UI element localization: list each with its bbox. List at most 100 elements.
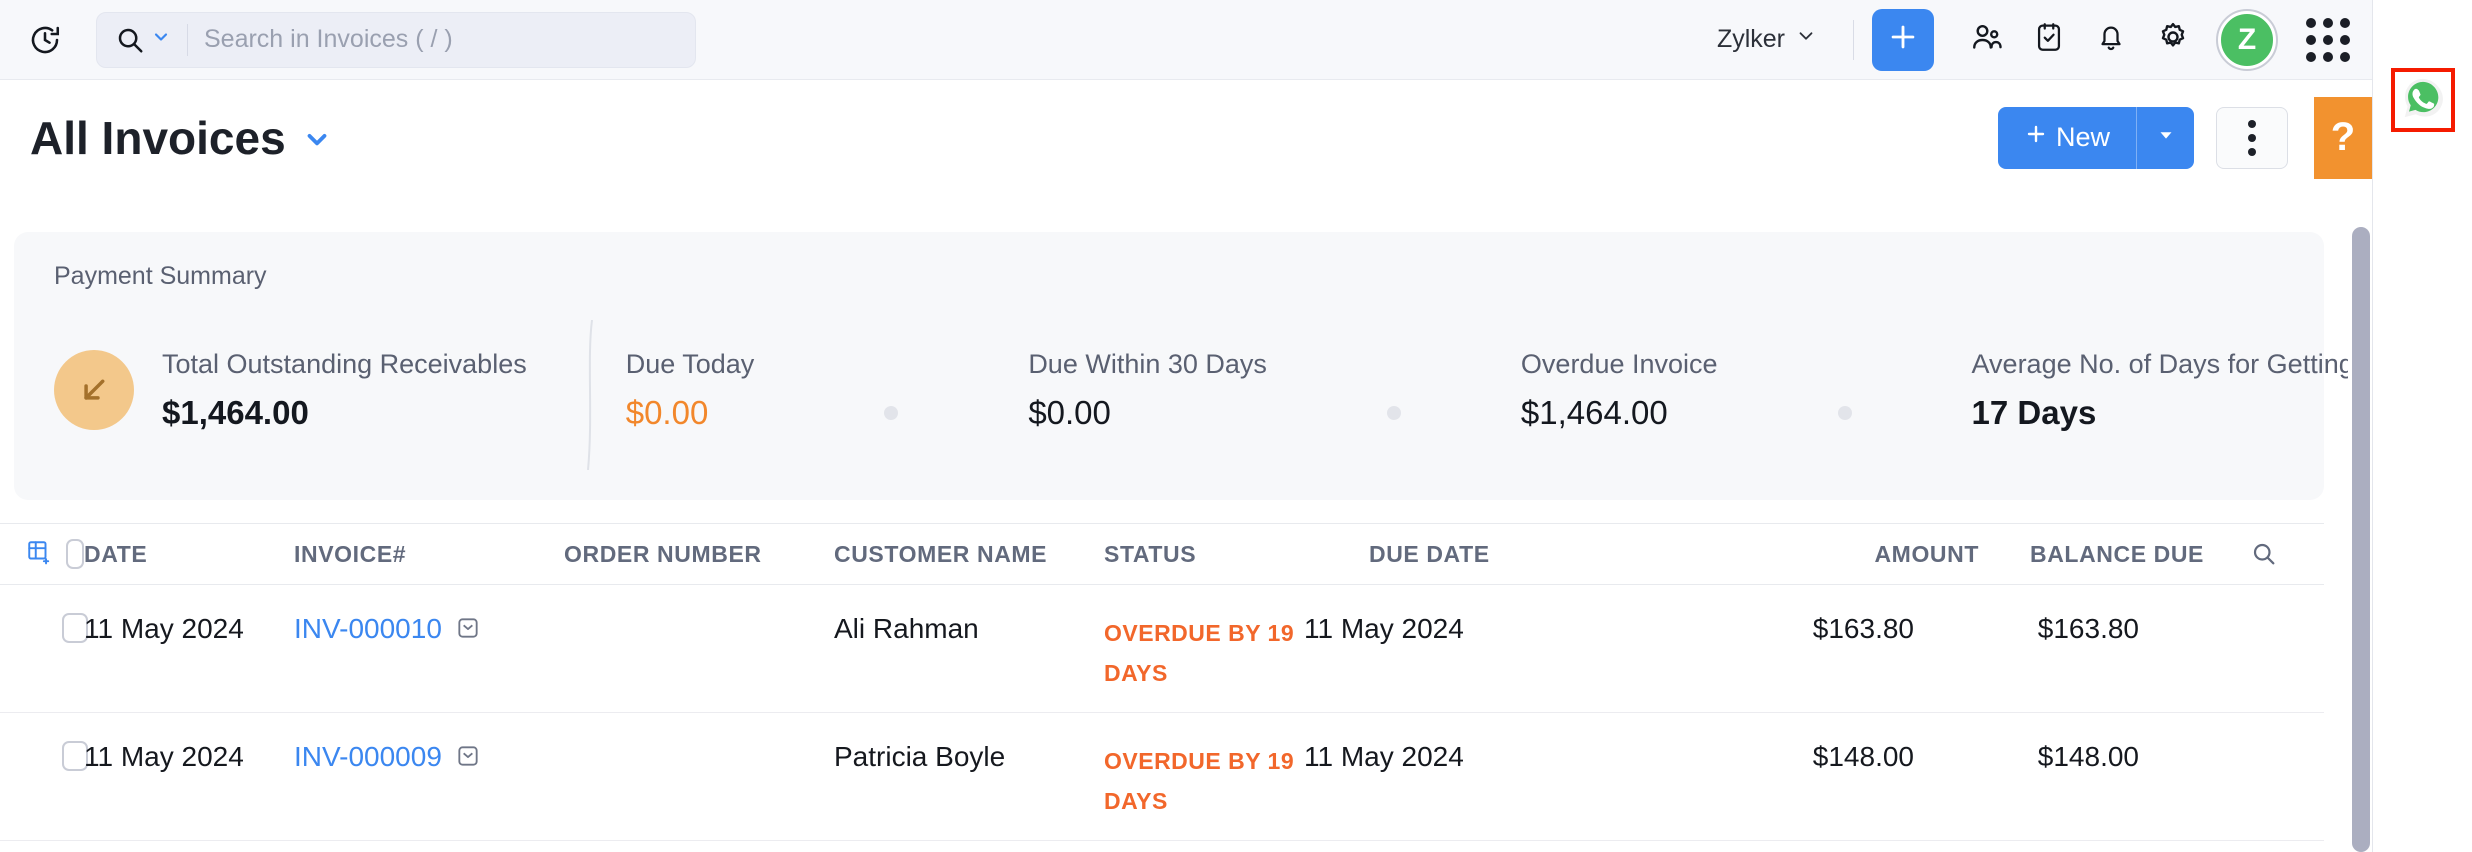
invoice-number: INV-000010 [294, 613, 442, 644]
search-box[interactable] [96, 11, 696, 68]
avatar-letter: Z [2237, 22, 2257, 56]
grid-apps-icon[interactable] [2306, 17, 2350, 62]
divider [187, 23, 188, 56]
cell-customer: Patricia Boyle [834, 741, 1006, 772]
row-checkbox-cell [0, 613, 88, 643]
cell-status: OVERDUE BY 19 DAYS [1104, 620, 1295, 686]
whatsapp-button[interactable] [2391, 68, 2455, 132]
org-switcher[interactable]: Zylker [1699, 25, 1835, 54]
column-header-order-number[interactable]: ORDER NUMBER [564, 541, 834, 568]
divider [1853, 19, 1854, 60]
payment-summary-metrics: Total Outstanding Receivables $1,464.00 … [14, 319, 2415, 471]
cell-date: 11 May 2024 [84, 741, 244, 772]
summary-metric-due-today: Due Today $0.00 [626, 349, 755, 432]
cell-amount: $148.00 [1812, 741, 1914, 772]
contacts-button[interactable] [1956, 9, 2018, 71]
invoice-number: INV-000009 [294, 741, 442, 772]
chevron-down-icon[interactable] [151, 27, 171, 52]
summary-metric-value: $1,464.00 [1520, 393, 1668, 431]
summary-metric-value: $0.00 [1028, 393, 1111, 431]
right-rail [2372, 0, 2472, 852]
table-header-row: DATE INVOICE# ORDER NUMBER CUSTOMER NAME… [0, 523, 2324, 585]
tasks-button[interactable] [2018, 9, 2080, 71]
clock-recent-icon[interactable] [22, 17, 68, 63]
invoices-table: DATE INVOICE# ORDER NUMBER CUSTOMER NAME… [0, 523, 2324, 841]
add-button[interactable] [1872, 8, 1934, 71]
column-header-customer[interactable]: CUSTOMER NAME [834, 541, 1104, 568]
chevron-down-icon [1795, 25, 1817, 54]
summary-metric-total-outstanding: Total Outstanding Receivables $1,464.00 [54, 349, 527, 432]
summary-metric-value: $0.00 [625, 393, 709, 431]
clipboard-check-icon [2032, 20, 2066, 59]
page-title-text: All Invoices [30, 111, 286, 164]
column-header-status[interactable]: STATUS [1104, 541, 1369, 568]
cell-balance-due: $163.80 [2037, 613, 2139, 644]
summary-metric-due-30-days: Due Within 30 Days $0.00 [1028, 349, 1267, 432]
new-button[interactable]: New [1997, 106, 2136, 169]
payment-summary-heading: Payment Summary [54, 262, 267, 290]
new-button-label: New [2055, 122, 2110, 152]
column-header-amount[interactable]: AMOUNT [1769, 541, 1979, 568]
add-column-icon[interactable] [26, 539, 52, 570]
notifications-button[interactable] [2080, 9, 2142, 71]
page-actions: New ? [1997, 80, 2372, 195]
search-icon[interactable] [97, 25, 171, 55]
select-all-checkbox[interactable] [66, 539, 84, 569]
cell-invoice: INV-000009 [294, 741, 564, 773]
whatsapp-icon [2400, 75, 2446, 126]
vertical-scrollbar[interactable] [2348, 195, 2372, 852]
search-input[interactable] [204, 25, 695, 54]
summary-divider [583, 319, 593, 471]
cell-status: OVERDUE BY 19 DAYS [1104, 748, 1295, 814]
summary-metric-label: Due Today [625, 348, 755, 379]
mail-icon[interactable] [454, 743, 484, 771]
avatar[interactable]: Z [2216, 8, 2278, 71]
column-header-invoice[interactable]: INVOICE# [294, 541, 564, 568]
cell-invoice: INV-000010 [294, 613, 564, 645]
page-title[interactable]: All Invoices [30, 111, 332, 165]
summary-metric-label: Total Outstanding Receivables [162, 348, 527, 379]
plus-icon [2024, 122, 2048, 153]
cell-due-date: 11 May 2024 [1304, 613, 1464, 644]
help-button-label: ? [2330, 115, 2356, 159]
table-row[interactable]: 11 May 2024 INV-000010 Ali Rahman OVERDU… [0, 585, 2324, 713]
org-name: Zylker [1716, 25, 1785, 53]
mail-icon[interactable] [454, 615, 484, 643]
summary-metric-value: $1,464.00 [162, 393, 309, 431]
cell-customer: Ali Rahman [834, 613, 979, 644]
top-bar-actions: Zylker Z [1699, 8, 2372, 71]
chevron-down-icon [2155, 124, 2177, 151]
scrollbar-thumb[interactable] [2352, 227, 2370, 852]
invoice-link[interactable]: INV-000010 [294, 613, 564, 645]
gear-icon [2155, 19, 2191, 60]
plus-icon [1886, 20, 1920, 59]
cell-amount: $163.80 [1812, 613, 1914, 644]
page-header: All Invoices New ? [0, 80, 2372, 195]
column-header-date[interactable]: DATE [84, 541, 294, 568]
arrow-down-left-icon [54, 350, 134, 430]
table-row[interactable]: 11 May 2024 INV-000009 Patricia Boyle OV… [0, 713, 2324, 841]
new-button-dropdown[interactable] [2136, 106, 2194, 169]
payment-summary-card: Payment Summary Total Outstanding Receiv… [14, 232, 2415, 500]
column-header-due-date[interactable]: DUE DATE [1369, 541, 1769, 568]
row-checkbox-cell [0, 741, 88, 771]
column-header-balance-due[interactable]: BALANCE DUE [1979, 541, 2204, 568]
bell-icon [2094, 20, 2128, 59]
top-bar: Zylker [0, 0, 2372, 80]
cell-date: 11 May 2024 [84, 613, 244, 644]
help-button[interactable]: ? [2314, 96, 2372, 179]
settings-button[interactable] [2142, 9, 2204, 71]
chevron-down-icon[interactable] [302, 111, 332, 165]
summary-dot-divider [1386, 406, 1401, 420]
people-icon [1969, 19, 2005, 60]
cell-balance-due: $148.00 [2037, 741, 2139, 772]
summary-metric-overdue-invoice: Overdue Invoice $1,464.00 [1521, 349, 1718, 432]
table-search-icon[interactable] [2204, 540, 2324, 568]
table-header-icons [0, 539, 84, 570]
summary-dot-divider [1837, 406, 1852, 420]
invoice-link[interactable]: INV-000009 [294, 741, 564, 773]
summary-metric-label: Overdue Invoice [1520, 348, 1718, 379]
summary-metric-label: Due Within 30 Days [1028, 348, 1267, 379]
kebab-menu-icon [2248, 119, 2256, 128]
more-options-button[interactable] [2216, 106, 2288, 169]
